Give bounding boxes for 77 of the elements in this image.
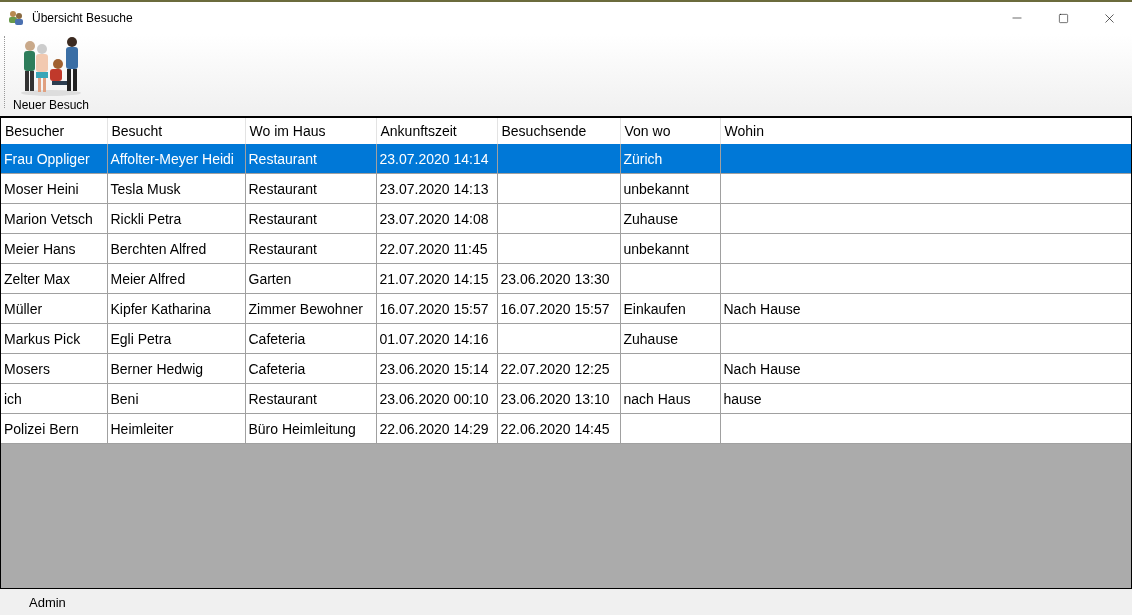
table-row[interactable]: Müller Kipfer Katharina Zimmer Bewohner 16.07.2020 15:57 16.07.2020 15:57 Einkaufen Nach Hause [1,293,1131,324]
table-cell: Büro Heimleitung [245,413,376,444]
table-cell: Beni [107,383,245,414]
table-cell: Meier Hans [1,233,107,264]
users-icon [8,10,24,26]
table-cell: Restaurant [245,383,376,414]
table-cell: Einkaufen [620,293,720,324]
table-cell: 22.06.2020 14:29 [376,413,497,444]
table-cell: Zimmer Bewohner [245,293,376,324]
table-cell: 23.06.2020 15:14 [376,353,497,384]
table-cell: Restaurant [245,233,376,264]
table-row[interactable]: Markus Pick Egli Petra Cafeteria 01.07.2020 14:16 Zuhause [1,323,1131,354]
table-cell: Restaurant [245,144,376,174]
table-cell: Kipfer Katharina [107,293,245,324]
window-title: Übersicht Besuche [32,11,133,25]
table-cell: Berner Hedwig [107,353,245,384]
table-row[interactable]: ich Beni Restaurant 23.06.2020 00:10 23.06.2020 13:10 nach Haus hause [1,383,1131,414]
table-cell: unbekannt [620,173,720,204]
user-label: Admin [29,594,66,610]
table-cell: Müller [1,293,107,324]
table-cell: Restaurant [245,203,376,234]
table-cell: hause [720,383,1131,414]
column-header[interactable]: Besucht [107,118,245,144]
column-header[interactable]: Ankunftszeit [376,118,497,144]
table-cell: 23.06.2020 13:10 [497,383,620,414]
table-cell: Heimleiter [107,413,245,444]
table-cell: 21.07.2020 14:15 [376,263,497,294]
table-cell: Egli Petra [107,323,245,354]
table-row[interactable]: Moser Heini Tesla Musk Restaurant 23.07.2020 14:13 unbekannt [1,173,1131,204]
table-row[interactable]: Meier Hans Berchten Alfred Restaurant 22.07.2020 11:45 unbekannt [1,233,1131,264]
table-cell: Nach Hause [720,293,1131,324]
maximize-icon [1057,12,1069,24]
column-header[interactable]: Wo im Haus [245,118,376,144]
table-cell: Tesla Musk [107,173,245,204]
table-cell: 22.06.2020 14:45 [497,413,620,444]
table-cell: 23.06.2020 00:10 [376,383,497,414]
new-visit-button[interactable]: Neuer Besuch [11,36,92,112]
table-cell: Markus Pick [1,323,107,354]
table-cell: Mosers [1,353,107,384]
table-cell: Garten [245,263,376,294]
table-row[interactable]: Frau Oppliger Affolter-Meyer Heidi Restaurant 23.07.2020 14:14 Zürich [1,144,1131,174]
table-cell: 23.07.2020 14:14 [376,144,497,174]
table-cell: Zelter Max [1,263,107,294]
table-cell: 16.07.2020 15:57 [497,293,620,324]
table-cell: 23.07.2020 14:08 [376,203,497,234]
table-cell: Meier Alfred [107,263,245,294]
table-cell: Rickli Petra [107,203,245,234]
table-row[interactable]: Mosers Berner Hedwig Cafeteria 23.06.2020 15:14 22.07.2020 12:25 Nach Hause [1,353,1131,384]
table-cell: Moser Heini [1,173,107,204]
table-cell: Frau Oppliger [1,144,107,174]
table-cell: Zuhause [620,203,720,234]
table-cell: Affolter-Meyer Heidi [107,144,245,174]
table-cell: 22.07.2020 11:45 [376,233,497,264]
table-row[interactable]: Zelter Max Meier Alfred Garten 21.07.2020 14:15 23.06.2020 13:30 [1,263,1131,294]
table-cell: ich [1,383,107,414]
table-cell: unbekannt [620,233,720,264]
table-cell: Berchten Alfred [107,233,245,264]
column-header[interactable]: Besuchsende [497,118,620,144]
table-cell: Polizei Bern [1,413,107,444]
column-header[interactable]: Besucher [1,118,107,144]
column-header[interactable]: Von wo [620,118,720,144]
table-row[interactable]: Polizei Bern Heimleiter Büro Heimleitung 22.06.2020 14:29 22.06.2020 14:45 [1,413,1131,444]
table-cell: 16.07.2020 15:57 [376,293,497,324]
table-cell: 22.07.2020 12:25 [497,353,620,384]
table-cell: nach Haus [620,383,720,414]
table-cell: Zuhause [620,323,720,354]
table-cell: Cafeteria [245,353,376,384]
table-cell: Cafeteria [245,323,376,354]
table-cell: Marion Vetsch [1,203,107,234]
table-cell: Zürich [620,144,720,174]
table-cell: Nach Hause [720,353,1131,384]
table-row[interactable]: Marion Vetsch Rickli Petra Restaurant 23.07.2020 14:08 Zuhause [1,203,1131,234]
table-cell: 23.06.2020 13:30 [497,263,620,294]
table-cell: 23.07.2020 14:13 [376,173,497,204]
table-cell: 01.07.2020 14:16 [376,323,497,354]
column-header[interactable]: Wohin [720,118,1131,144]
table-cell: Restaurant [245,173,376,204]
